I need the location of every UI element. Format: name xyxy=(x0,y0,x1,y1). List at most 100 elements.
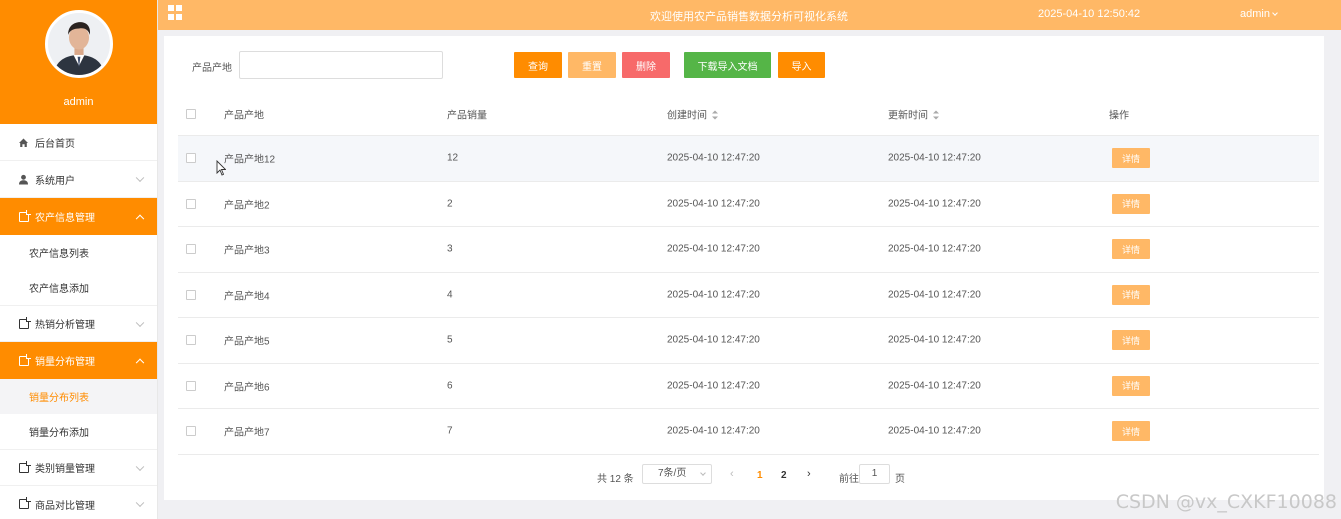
column-header: 产品销量 xyxy=(447,110,487,121)
row-checkbox[interactable] xyxy=(186,244,196,255)
sort-icon[interactable] xyxy=(712,110,718,120)
column-header-label: 更新时间 xyxy=(888,110,928,121)
import-button[interactable]: 导入 xyxy=(778,52,825,78)
cell-sales: 6 xyxy=(447,380,453,392)
table-row[interactable]: 产品产地12 12 2025-04-10 12:47:20 2025-04-10… xyxy=(178,136,1319,182)
cell-created: 2025-04-10 12:47:20 xyxy=(667,198,760,210)
page-size-select[interactable]: 7条/页 xyxy=(642,464,712,484)
cell-place: 产品产地7 xyxy=(224,427,270,439)
page-number-2[interactable]: 2 xyxy=(781,470,787,481)
sidebar-subitem-sales-distribution-list[interactable]: 销量分布列表 xyxy=(0,379,157,414)
cell-place: 产品产地4 xyxy=(224,291,270,303)
table-row[interactable]: 产品产地4 4 2025-04-10 12:47:20 2025-04-10 1… xyxy=(178,273,1319,318)
sidebar-item-label: 农产信息管理 xyxy=(35,213,95,224)
sidebar-item-category-sales[interactable]: 类别销量管理 xyxy=(0,449,157,486)
avatar-image xyxy=(47,13,110,75)
menu-toggle-icon[interactable] xyxy=(168,5,183,20)
cell-created: 2025-04-10 12:47:20 xyxy=(667,152,760,164)
sidebar-item-product-compare[interactable]: 商品对比管理 xyxy=(0,486,157,519)
search-input[interactable] xyxy=(239,51,443,79)
table-row[interactable]: 产品产地3 3 2025-04-10 12:47:20 2025-04-10 1… xyxy=(178,227,1319,273)
sidebar-subitem-sales-distribution-add[interactable]: 销量分布添加 xyxy=(0,414,157,449)
cell-created: 2025-04-10 12:47:20 xyxy=(667,289,760,301)
sidebar-subitem-product-info-list[interactable]: 农产信息列表 xyxy=(0,235,157,270)
sidebar-item-system-users[interactable]: 系统用户 xyxy=(0,161,157,198)
sort-icon[interactable] xyxy=(933,110,939,120)
cell-updated: 2025-04-10 12:47:20 xyxy=(888,425,981,437)
cell-created: 2025-04-10 12:47:20 xyxy=(667,425,760,437)
table-row[interactable]: 产品产地2 2 2025-04-10 12:47:20 2025-04-10 1… xyxy=(178,182,1319,227)
table-row[interactable]: 产品产地5 5 2025-04-10 12:47:20 2025-04-10 1… xyxy=(178,318,1319,364)
page-suffix-label: 页 xyxy=(895,474,905,485)
chevron-down-icon xyxy=(135,462,145,471)
sidebar-item-label: 类别销量管理 xyxy=(35,464,95,475)
goto-page-input[interactable]: 1 xyxy=(859,464,890,484)
sidebar-item-sales-distribution[interactable]: 销量分布管理 xyxy=(0,342,157,379)
detail-button[interactable]: 详情 xyxy=(1112,239,1150,260)
avatar[interactable] xyxy=(44,10,113,78)
search-bar: 产品产地 查询 重置 删除 下载导入文档 导入 xyxy=(164,51,1324,79)
cell-updated: 2025-04-10 12:47:20 xyxy=(888,380,981,392)
column-header: 操作 xyxy=(1109,110,1129,121)
page-number-1[interactable]: 1 xyxy=(757,470,763,481)
table-row[interactable]: 产品产地6 6 2025-04-10 12:47:20 2025-04-10 1… xyxy=(178,364,1319,409)
row-checkbox[interactable] xyxy=(186,335,196,346)
table-header: 产品产地 产品销量 创建时间 更新时间 操作 xyxy=(178,92,1319,136)
detail-button[interactable]: 详情 xyxy=(1112,148,1150,169)
sidebar-item-label: 销量分布管理 xyxy=(35,357,95,368)
box-icon xyxy=(18,209,31,222)
row-checkbox[interactable] xyxy=(186,153,196,164)
mouse-cursor-icon xyxy=(216,160,226,176)
top-bar: 欢迎使用农产品销售数据分析可视化系统 2025-04-10 12:50:42 a… xyxy=(158,0,1341,30)
column-header: 产品产地 xyxy=(224,110,264,121)
detail-button[interactable]: 详情 xyxy=(1112,375,1150,396)
sidebar-item-home[interactable]: 后台首页 xyxy=(0,124,157,161)
row-checkbox[interactable] xyxy=(186,380,196,391)
sidebar-item-label: 商品对比管理 xyxy=(35,500,95,512)
cell-place: 产品产地3 xyxy=(224,245,270,257)
row-checkbox[interactable] xyxy=(186,198,196,209)
column-header-sortable[interactable]: 创建时间 xyxy=(667,106,718,121)
watermark: CSDN @vx_CXKF10088 xyxy=(1115,491,1337,513)
sidebar-item-label: 系统用户 xyxy=(35,175,75,187)
box-icon xyxy=(18,316,31,329)
cell-sales: 3 xyxy=(447,243,453,255)
row-checkbox[interactable] xyxy=(186,289,196,300)
detail-button[interactable]: 详情 xyxy=(1112,330,1150,351)
table-row[interactable]: 产品产地7 7 2025-04-10 12:47:20 2025-04-10 1… xyxy=(178,409,1319,455)
cell-updated: 2025-04-10 12:47:20 xyxy=(888,198,981,210)
row-checkbox[interactable] xyxy=(186,426,196,437)
main-content: 产品产地 查询 重置 删除 下载导入文档 导入 产品产地 产品销量 创建时间 更… xyxy=(164,36,1324,500)
data-table: 产品产地 产品销量 创建时间 更新时间 操作 产品产地12 12 2025-04… xyxy=(178,92,1319,455)
cell-place: 产品产地2 xyxy=(224,200,270,212)
download-template-button[interactable]: 下载导入文档 xyxy=(684,52,771,78)
cell-sales: 12 xyxy=(447,152,459,164)
column-header-sortable[interactable]: 更新时间 xyxy=(888,106,939,121)
user-icon xyxy=(18,174,29,185)
profile-name: admin xyxy=(63,96,94,108)
prev-page-button[interactable]: ‹ xyxy=(730,468,734,480)
detail-button[interactable]: 详情 xyxy=(1112,193,1150,214)
chevron-down-icon xyxy=(135,498,145,508)
detail-button[interactable]: 详情 xyxy=(1112,284,1150,305)
box-icon xyxy=(18,497,31,510)
box-icon xyxy=(18,460,31,473)
cell-place: 产品产地6 xyxy=(224,382,270,394)
sidebar-subitem-product-info-add[interactable]: 农产信息添加 xyxy=(0,270,157,305)
query-button[interactable]: 查询 xyxy=(514,52,562,78)
box-icon xyxy=(18,353,31,366)
chevron-up-icon xyxy=(135,358,145,367)
delete-button[interactable]: 删除 xyxy=(622,52,670,78)
pagination-total: 共 12 条 xyxy=(597,474,634,485)
goto-label: 前往 xyxy=(839,474,859,485)
reset-button[interactable]: 重置 xyxy=(568,52,616,78)
search-label: 产品产地 xyxy=(192,63,232,74)
next-page-button[interactable]: › xyxy=(807,468,811,480)
select-all-checkbox[interactable] xyxy=(186,108,196,119)
cell-created: 2025-04-10 12:47:20 xyxy=(667,243,760,255)
sidebar-item-hot-sales[interactable]: 热销分析管理 xyxy=(0,305,157,342)
sidebar-item-product-info[interactable]: 农产信息管理 xyxy=(0,198,157,235)
page-size-value: 7条/页 xyxy=(658,468,687,479)
user-menu[interactable]: admin xyxy=(1240,8,1278,20)
detail-button[interactable]: 详情 xyxy=(1112,421,1150,442)
